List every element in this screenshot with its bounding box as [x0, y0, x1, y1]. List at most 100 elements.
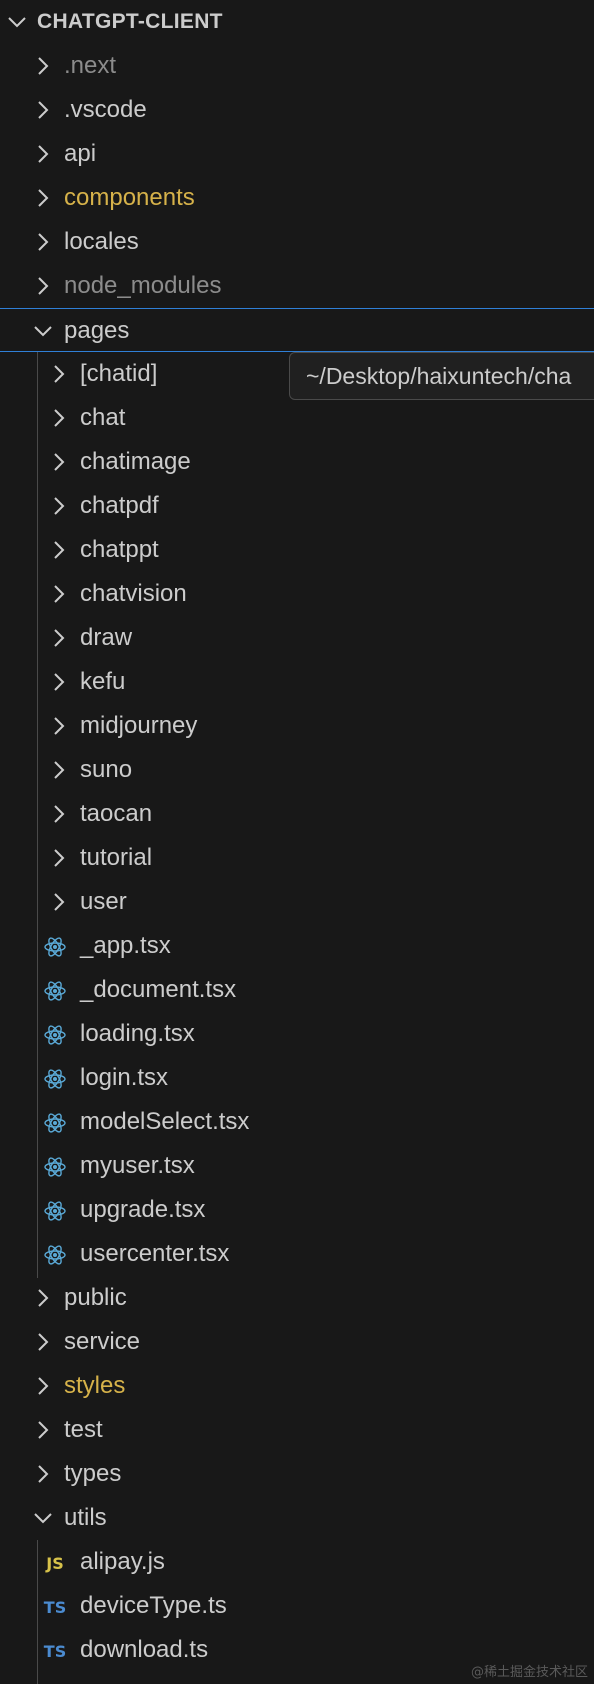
- item-label: login.tsx: [80, 1064, 169, 1091]
- folder-item-5[interactable]: node_modules: [0, 264, 594, 308]
- item-label: public: [64, 1284, 127, 1311]
- folder-item-31[interactable]: test: [0, 1408, 594, 1452]
- chevron-right-icon: [54, 629, 65, 647]
- chevron-right-icon: [54, 365, 65, 383]
- item-label: api: [64, 140, 97, 167]
- item-label: styles: [64, 1372, 126, 1399]
- item-label: chatpdf: [80, 492, 159, 519]
- item-label: midjourney: [80, 712, 198, 739]
- item-label: loading.tsx: [80, 1020, 195, 1047]
- react-icon: [42, 1198, 68, 1224]
- folder-item-13[interactable]: draw: [0, 616, 594, 660]
- react-icon: [42, 1154, 68, 1180]
- folder-item-8[interactable]: chat: [0, 396, 594, 440]
- react-icon: [42, 934, 68, 960]
- item-label: modelSelect.tsx: [80, 1108, 250, 1135]
- item-label: locales: [64, 228, 139, 255]
- folder-item-2[interactable]: api: [0, 132, 594, 176]
- file-item-20[interactable]: _app.tsx: [0, 924, 594, 968]
- chevron-right-icon: [38, 233, 49, 251]
- chevron-right-icon: [38, 1421, 49, 1439]
- item-label: deviceType.ts: [80, 1592, 227, 1619]
- folder-item-11[interactable]: chatppt: [0, 528, 594, 572]
- chevron-right-icon: [38, 57, 49, 75]
- ts-badge: TS: [43, 1641, 67, 1661]
- item-label: types: [64, 1460, 122, 1487]
- chevron-right-icon: [38, 189, 49, 207]
- react-icon: [42, 978, 68, 1004]
- folder-item-10[interactable]: chatpdf: [0, 484, 594, 528]
- folder-item-17[interactable]: taocan: [0, 792, 594, 836]
- react-icon: [42, 1242, 68, 1268]
- chevron-right-icon: [54, 541, 65, 559]
- folder-item-12[interactable]: chatvision: [0, 572, 594, 616]
- folder-item-19[interactable]: user: [0, 880, 594, 924]
- folder-item-33[interactable]: utils: [0, 1496, 594, 1540]
- file-item-26[interactable]: upgrade.tsx: [0, 1188, 594, 1232]
- item-label: kefu: [80, 668, 126, 695]
- explorer-root-header[interactable]: CHATGPT-CLIENT: [0, 0, 594, 44]
- item-label: upgrade.tsx: [80, 1196, 206, 1223]
- file-item-21[interactable]: _document.tsx: [0, 968, 594, 1012]
- ts-icon: TS: [42, 1594, 68, 1620]
- chevron-right-icon: [54, 409, 65, 427]
- item-label: chatppt: [80, 536, 159, 563]
- item-label: taocan: [80, 800, 153, 827]
- ts-icon: TS: [42, 1638, 68, 1664]
- folder-item-1[interactable]: .vscode: [0, 88, 594, 132]
- path-tooltip-text: ~/Desktop/haixuntech/cha: [306, 363, 572, 389]
- react-icon: [42, 1022, 68, 1048]
- item-label: tutorial: [80, 844, 153, 871]
- item-label: chatvision: [80, 580, 187, 607]
- js-badge: JS: [46, 1553, 64, 1573]
- file-item-27[interactable]: usercenter.tsx: [0, 1232, 594, 1276]
- chevron-right-icon: [54, 585, 65, 603]
- chevron-right-icon: [54, 673, 65, 691]
- chevron-right-icon: [38, 1377, 49, 1395]
- item-label: _app.tsx: [80, 932, 171, 959]
- item-label: pages: [64, 317, 130, 344]
- chevron-right-icon: [54, 893, 65, 911]
- chevron-right-icon: [38, 1465, 49, 1483]
- react-icon: [42, 1066, 68, 1092]
- item-label: user: [80, 888, 127, 915]
- folder-item-32[interactable]: types: [0, 1452, 594, 1496]
- folder-item-15[interactable]: midjourney: [0, 704, 594, 748]
- folder-item-0[interactable]: .next: [0, 44, 594, 88]
- file-item-34[interactable]: JS alipay.js: [0, 1540, 594, 1584]
- item-label: download.ts: [80, 1636, 209, 1663]
- js-icon: JS: [42, 1550, 68, 1576]
- file-item-22[interactable]: loading.tsx: [0, 1012, 594, 1056]
- chevron-right-icon: [38, 101, 49, 119]
- file-item-24[interactable]: modelSelect.tsx: [0, 1100, 594, 1144]
- react-icon: [42, 1110, 68, 1136]
- chevron-right-icon: [38, 1333, 49, 1351]
- chevron-down-icon: [8, 17, 26, 28]
- folder-item-30[interactable]: styles: [0, 1364, 594, 1408]
- chevron-right-icon: [54, 453, 65, 471]
- file-item-35[interactable]: TS deviceType.ts: [0, 1584, 594, 1628]
- item-label: usercenter.tsx: [80, 1240, 230, 1267]
- file-item-25[interactable]: myuser.tsx: [0, 1144, 594, 1188]
- folder-item-16[interactable]: suno: [0, 748, 594, 792]
- folder-item-4[interactable]: locales: [0, 220, 594, 264]
- folder-item-6[interactable]: pages: [0, 308, 594, 352]
- folder-item-3[interactable]: components: [0, 176, 594, 220]
- folder-item-9[interactable]: chatimage: [0, 440, 594, 484]
- item-label: utils: [64, 1504, 107, 1531]
- chevron-right-icon: [38, 145, 49, 163]
- folder-item-29[interactable]: service: [0, 1320, 594, 1364]
- chevron-right-icon: [54, 717, 65, 735]
- folder-item-18[interactable]: tutorial: [0, 836, 594, 880]
- chevron-down-icon: [34, 326, 52, 337]
- watermark: @稀土掘金技术社区: [470, 1665, 588, 1680]
- ts-badge: TS: [43, 1597, 67, 1617]
- item-label: .vscode: [64, 96, 147, 123]
- file-item-23[interactable]: login.tsx: [0, 1056, 594, 1100]
- chevron-right-icon: [54, 497, 65, 515]
- folder-item-14[interactable]: kefu: [0, 660, 594, 704]
- folder-item-28[interactable]: public: [0, 1276, 594, 1320]
- explorer-root-title: CHATGPT-CLIENT: [37, 10, 223, 33]
- item-label: suno: [80, 756, 133, 783]
- item-label: draw: [80, 624, 133, 651]
